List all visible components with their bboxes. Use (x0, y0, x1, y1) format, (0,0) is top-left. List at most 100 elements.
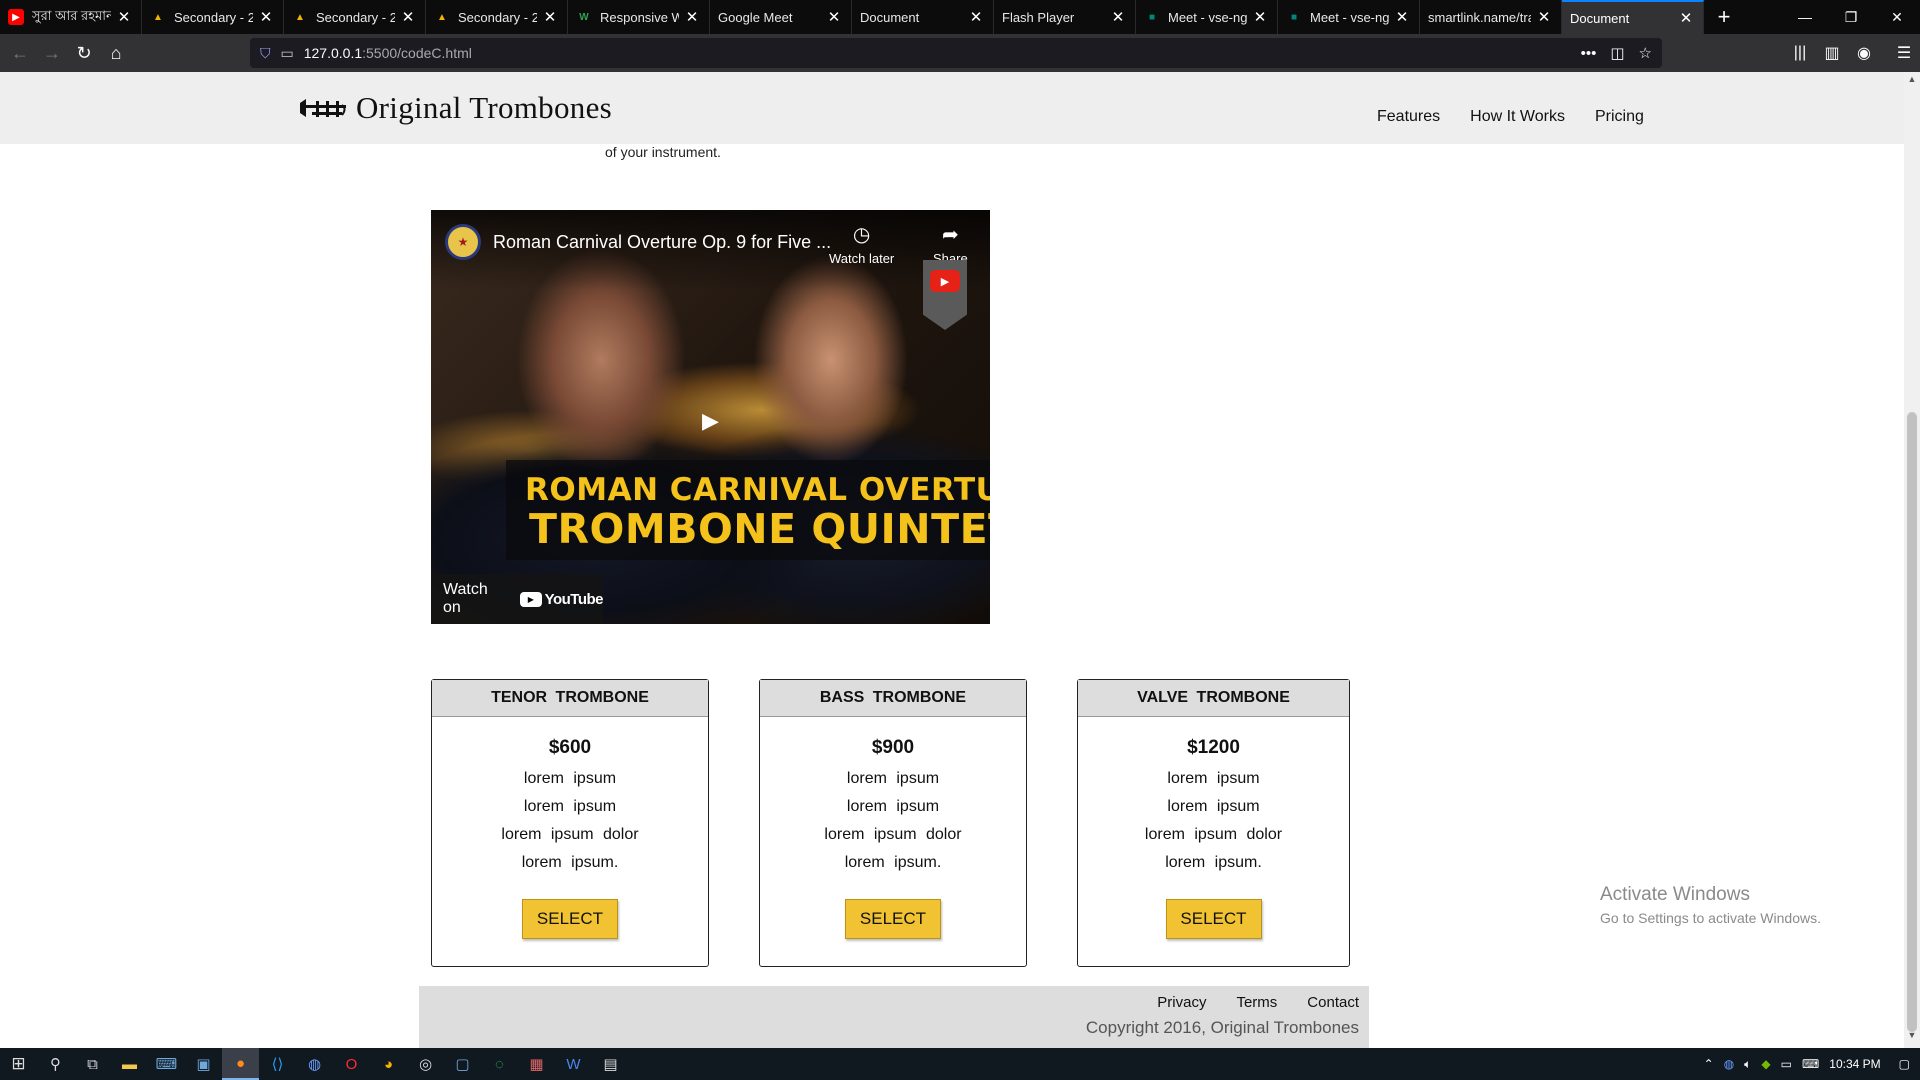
close-icon[interactable]: ✕ (1677, 9, 1695, 27)
app-icon[interactable]: ▢ (444, 1048, 481, 1080)
account-icon[interactable]: ◉ (1848, 37, 1880, 69)
video-title[interactable]: Roman Carnival Overture Op. 9 for Five .… (493, 232, 831, 253)
volume-icon[interactable]: 🔈︎ (1744, 1057, 1751, 1072)
browser-tab[interactable]: smartlink.name/tra ✕ (1420, 0, 1562, 34)
trombone-logo-icon (300, 99, 346, 117)
footer-link-terms[interactable]: Terms (1236, 994, 1277, 1011)
url-host: 127.0.0.1 (303, 45, 363, 61)
scroll-down-icon[interactable]: ▼ (1904, 1030, 1920, 1046)
scrollbar-thumb[interactable] (1907, 412, 1917, 1032)
browser-tab[interactable]: Flash Player ✕ (994, 0, 1136, 34)
page-scrollbar[interactable]: ▲ ▼ (1904, 72, 1920, 1048)
app-icon[interactable]: ▤ (592, 1048, 629, 1080)
nav-link-how-it-works[interactable]: How It Works (1470, 108, 1565, 126)
browser-tab[interactable]: ▲ Secondary - 20 ✕ (426, 0, 568, 34)
display-icon[interactable]: ▭ (1781, 1057, 1792, 1071)
browser-tab[interactable]: ▲ Secondary - 20 ✕ (142, 0, 284, 34)
minimize-icon[interactable]: — (1782, 0, 1828, 34)
browser-tab[interactable]: ■ Meet - vse-ngn ✕ (1136, 0, 1278, 34)
browser-tab[interactable]: ▶ সুরা আর রহমান ✕ (0, 0, 142, 34)
search-icon[interactable]: ⚲ (37, 1048, 74, 1080)
tab-title: Meet - vse-ngn (1168, 9, 1247, 25)
browser-app-icon[interactable]: ◍ (296, 1048, 333, 1080)
plan-price: $1200 (1187, 737, 1240, 758)
browser-tab[interactable]: Document ✕ (852, 0, 994, 34)
site-nav: Features How It Works Pricing (1377, 108, 1644, 126)
share-button[interactable]: ➦ Share (933, 222, 968, 266)
bookmark-star-icon[interactable]: ☆ (1639, 44, 1652, 62)
close-icon[interactable]: ✕ (257, 8, 275, 26)
back-arrow-icon[interactable]: ← (4, 37, 36, 69)
notification-icon[interactable]: ▢ (1899, 1057, 1910, 1071)
watch-later-button[interactable]: ◷ Watch later (829, 222, 894, 266)
close-icon[interactable]: ✕ (825, 8, 843, 26)
windows-taskbar: ⊞ ⚲ ⧉ ▬ ⌨ ▣ ● ⟨⟩ ◍ O ◕ ◎ ▢ ◌ ▦ W ▤ ⌃ ◍ 🔈… (0, 1048, 1920, 1080)
youtube-logo-icon: ▶ (519, 591, 542, 607)
opera-icon[interactable]: O (333, 1048, 370, 1080)
vscode-icon[interactable]: ⟨⟩ (259, 1048, 296, 1080)
play-icon[interactable]: ▶ (702, 408, 719, 434)
close-icon[interactable]: ✕ (1535, 8, 1553, 26)
restore-icon[interactable]: ❐ (1828, 0, 1874, 34)
task-view-icon[interactable]: ⧉ (74, 1048, 111, 1080)
nvidia-icon[interactable]: ◆ (1761, 1057, 1770, 1071)
close-icon[interactable]: ✕ (1109, 8, 1127, 26)
meet-icon: ■ (1148, 11, 1156, 23)
browser-tab[interactable]: ▲ Secondary - 20 ✕ (284, 0, 426, 34)
browser-tab-active[interactable]: Document ✕ (1562, 0, 1704, 34)
sidebar-icon[interactable]: ▥ (1816, 37, 1848, 69)
firefox-icon[interactable]: ● (222, 1048, 259, 1080)
scroll-up-icon[interactable]: ▲ (1904, 74, 1920, 90)
store-icon[interactable]: ▣ (185, 1048, 222, 1080)
close-icon[interactable]: ✕ (1393, 8, 1411, 26)
close-icon[interactable]: ✕ (967, 8, 985, 26)
more-actions-icon[interactable]: ••• (1581, 45, 1597, 62)
youtube-embed[interactable]: ★ Roman Carnival Overture Op. 9 for Five… (431, 210, 990, 624)
pocket-icon[interactable]: ◫ (1610, 44, 1624, 62)
browser-tab[interactable]: Google Meet ✕ (710, 0, 852, 34)
close-icon[interactable]: ✕ (683, 8, 701, 26)
app-icon[interactable]: ◎ (407, 1048, 444, 1080)
nav-link-pricing[interactable]: Pricing (1595, 108, 1644, 126)
close-window-icon[interactable]: ✕ (1874, 0, 1920, 34)
footer-link-contact[interactable]: Contact (1307, 994, 1359, 1011)
word-icon[interactable]: W (555, 1048, 592, 1080)
file-explorer-icon[interactable]: ▬ (111, 1048, 148, 1080)
windows-start-icon[interactable]: ⊞ (0, 1048, 37, 1080)
clock-time[interactable]: 10:34 PM (1829, 1057, 1880, 1071)
w-icon: W (579, 11, 589, 23)
nav-link-features[interactable]: Features (1377, 108, 1440, 126)
tab-title: Flash Player (1002, 9, 1075, 25)
network-app-icon[interactable]: ◍ (1724, 1057, 1734, 1071)
keyboard-app-icon[interactable]: ⌨ (148, 1048, 185, 1080)
home-icon[interactable]: ⌂ (100, 37, 132, 69)
close-icon[interactable]: ✕ (1251, 8, 1269, 26)
app-grid-icon[interactable]: ▦ (518, 1048, 555, 1080)
channel-avatar[interactable]: ★ (445, 224, 481, 260)
page-icon: ▭ (280, 44, 294, 61)
menu-icon[interactable]: ☰ (1888, 37, 1920, 69)
close-icon[interactable]: ✕ (399, 8, 417, 26)
site-logo[interactable]: Original Trombones (298, 90, 612, 126)
footer-link-privacy[interactable]: Privacy (1157, 994, 1206, 1011)
chrome-icon[interactable]: ◕ (370, 1048, 407, 1080)
watch-on-youtube-button[interactable]: Watch on ▶ YouTube (431, 574, 604, 624)
browser-tab[interactable]: ■ Meet - vse-ngn ✕ (1278, 0, 1420, 34)
browser-tab[interactable]: W Responsive We ✕ (568, 0, 710, 34)
whatsapp-icon[interactable]: ◌ (481, 1048, 518, 1080)
watch-on-label: Watch on (443, 581, 488, 616)
forward-arrow-icon[interactable]: → (36, 37, 68, 69)
chevron-up-icon[interactable]: ⌃ (1704, 1057, 1714, 1071)
new-tab-button[interactable]: + (1704, 0, 1744, 34)
url-bar[interactable]: ⛉ ▭ 127.0.0.1:5500/codeC.html ••• ◫ ☆ (250, 38, 1662, 68)
select-button[interactable]: SELECT (522, 899, 618, 939)
select-button[interactable]: SELECT (1165, 899, 1262, 939)
youtube-play-icon: ▶ (930, 270, 960, 292)
select-button[interactable]: SELECT (845, 899, 941, 939)
close-icon[interactable]: ✕ (541, 8, 559, 26)
library-icon[interactable]: ||| (1784, 37, 1816, 69)
reload-icon[interactable]: ↻ (68, 37, 100, 69)
keyboard-icon[interactable]: ⌨ (1802, 1057, 1819, 1071)
close-icon[interactable]: ✕ (115, 8, 133, 26)
shield-icon[interactable]: ⛉ (260, 45, 271, 62)
